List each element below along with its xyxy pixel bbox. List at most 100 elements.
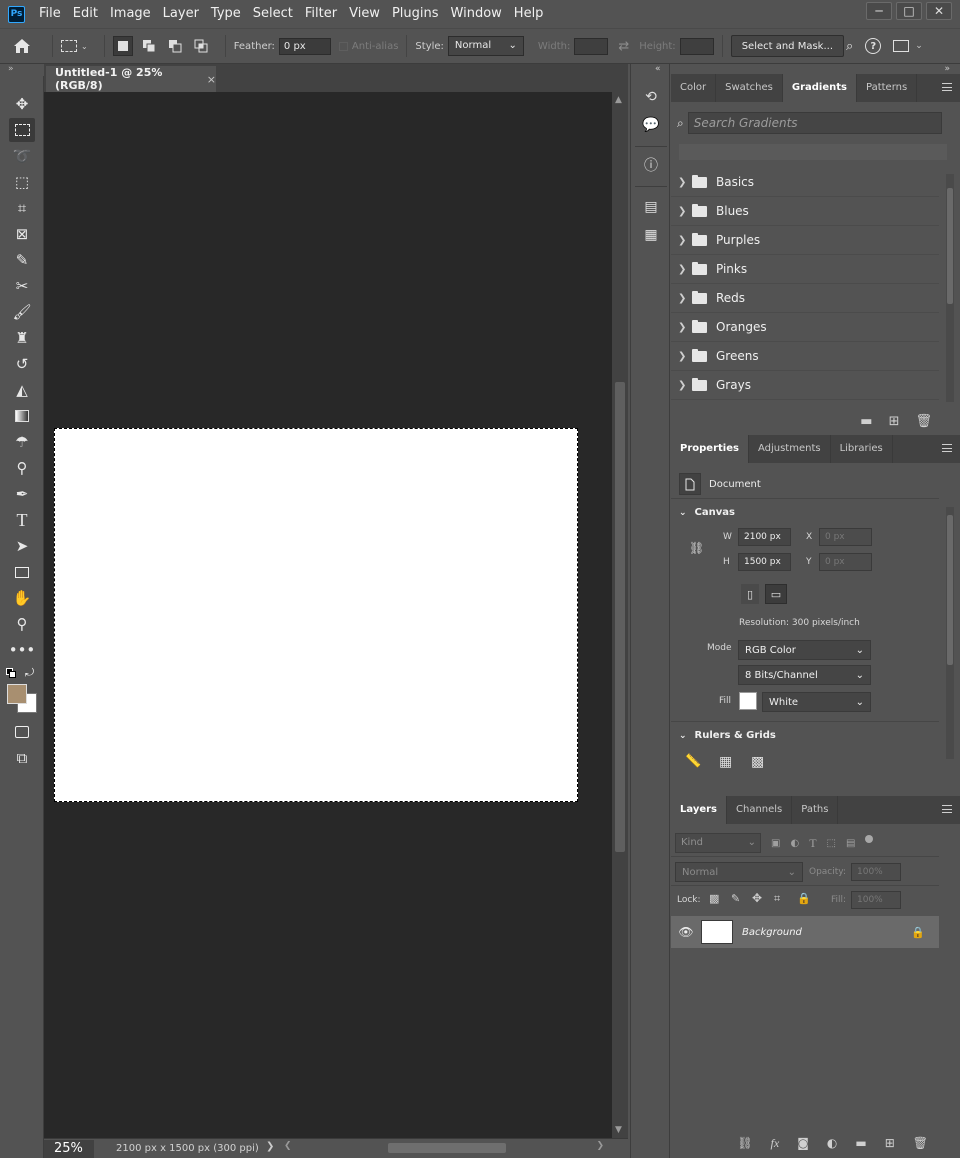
search-icon[interactable]: ⌕ — [846, 39, 853, 54]
panel-menu-icon[interactable] — [942, 444, 952, 452]
blur-tool-icon[interactable]: ☂ — [9, 430, 35, 454]
object-selection-tool-icon[interactable]: ⬚ — [9, 170, 35, 194]
swap-dimensions-icon[interactable]: ⇄ — [618, 39, 629, 54]
tab-channels[interactable]: Channels — [727, 796, 793, 824]
portrait-orientation-icon[interactable]: ▯ — [741, 584, 759, 604]
eye-icon[interactable]: 👁 — [671, 925, 701, 939]
canvas-y-input[interactable]: 0 px — [819, 553, 872, 571]
default-colors-icon[interactable] — [6, 668, 16, 678]
healing-brush-tool-icon[interactable]: ✂ — [9, 274, 35, 298]
menu-plugins[interactable]: Plugins — [386, 0, 445, 28]
search-gradients-input[interactable]: Search Gradients — [687, 112, 942, 134]
path-selection-tool-icon[interactable]: ➤ — [9, 534, 35, 558]
menu-select[interactable]: Select — [247, 0, 299, 28]
tab-color[interactable]: Color — [671, 74, 717, 102]
menu-layer[interactable]: Layer — [157, 0, 205, 28]
gradient-folder-purples[interactable]: ❯ Purples — [671, 226, 939, 255]
swap-colors-icon[interactable]: ⤾ — [25, 666, 34, 680]
gradient-tool-icon[interactable] — [9, 404, 35, 428]
lock-all-icon[interactable]: 🔒 — [797, 892, 811, 905]
lock-image-pixels-icon[interactable]: ✎ — [731, 892, 740, 905]
lock-icon[interactable]: 🔒 — [911, 926, 925, 939]
panel-menu-icon[interactable] — [942, 83, 952, 91]
blend-mode-select[interactable]: Normal ⌄ — [675, 862, 803, 882]
new-group-icon[interactable]: ▬ — [855, 1136, 866, 1150]
hand-tool-icon[interactable]: ✋ — [9, 586, 35, 610]
zoom-tool-icon[interactable]: ⚲ — [9, 612, 35, 636]
properties-scrollbar[interactable] — [946, 507, 954, 759]
lock-position-icon[interactable]: ✥ — [752, 891, 762, 905]
lock-artboard-icon[interactable]: ⌗ — [774, 892, 780, 906]
vertical-scrollbar[interactable]: ▲ ▼ — [612, 92, 628, 1138]
tab-patterns[interactable]: Patterns — [857, 74, 918, 102]
guides-icon[interactable]: ▩ — [751, 754, 764, 770]
tab-layers[interactable]: Layers — [671, 796, 727, 824]
adjustment-layer-filter-icon[interactable]: ◐ — [790, 838, 799, 849]
menu-edit[interactable]: Edit — [67, 0, 104, 28]
menu-window[interactable]: Window — [445, 0, 508, 28]
horizontal-scroll-thumb[interactable] — [388, 1143, 506, 1153]
fill-input[interactable]: 100% — [851, 891, 901, 909]
add-mask-icon[interactable]: ◙ — [797, 1136, 809, 1150]
gradient-folder-basics[interactable]: ❯ Basics — [671, 168, 939, 197]
shape-layer-filter-icon[interactable]: ⬚ — [827, 838, 836, 849]
close-tab-icon[interactable]: × — [207, 73, 216, 86]
move-tool-icon[interactable]: ✥ — [9, 92, 35, 116]
lasso-tool-icon[interactable]: ➰ — [9, 144, 35, 168]
gradient-folder-oranges[interactable]: ❯ Oranges — [671, 313, 939, 342]
fx-icon[interactable]: fx — [771, 1136, 780, 1151]
document-canvas[interactable] — [54, 428, 578, 802]
gradient-folder-grays[interactable]: ❯ Grays — [671, 371, 939, 400]
smart-object-filter-icon[interactable]: ▤ — [846, 838, 855, 849]
canvas-x-input[interactable]: 0 px — [819, 528, 872, 546]
landscape-orientation-icon[interactable]: ▭ — [765, 584, 787, 604]
layer-row-background[interactable]: 👁 Background 🔒 — [671, 916, 939, 948]
gradient-folder-greens[interactable]: ❯ Greens — [671, 342, 939, 371]
canvas-height-input[interactable]: 1500 px — [738, 553, 791, 571]
maximize-button[interactable]: □ — [896, 2, 922, 20]
link-layers-icon[interactable]: ⛓ — [737, 1136, 752, 1150]
edit-toolbar-icon[interactable]: ••• — [9, 638, 36, 662]
screen-mode-icon[interactable]: ⧉ — [9, 746, 35, 770]
fill-select[interactable]: White ⌄ — [762, 692, 871, 712]
link-dimensions-icon[interactable]: ⛓ — [689, 541, 704, 555]
opacity-input[interactable]: 100% — [851, 863, 901, 881]
new-layer-icon[interactable]: ⊞ — [885, 1136, 895, 1150]
scroll-right-icon[interactable]: ❯ — [596, 1141, 604, 1151]
scroll-down-icon[interactable]: ▼ — [615, 1125, 622, 1135]
menu-image[interactable]: Image — [104, 0, 157, 28]
grid-icon[interactable]: ▦ — [719, 754, 732, 770]
frame-tool-icon[interactable]: ⊠ — [9, 222, 35, 246]
ruler-icon[interactable]: 📏 — [685, 754, 701, 769]
chevron-down-icon[interactable]: ⌄ — [915, 41, 923, 51]
rectangle-tool-icon[interactable] — [9, 560, 35, 584]
properties-panel-icon[interactable]: ▤ — [639, 196, 663, 218]
comments-panel-icon[interactable]: 💬 — [639, 114, 663, 136]
pixel-layer-filter-icon[interactable]: ▣ — [771, 838, 780, 849]
menu-type[interactable]: Type — [205, 0, 247, 28]
tab-swatches[interactable]: Swatches — [716, 74, 783, 102]
menu-file[interactable]: File — [33, 0, 67, 28]
color-mode-select[interactable]: RGB Color ⌄ — [738, 640, 871, 660]
intersect-selection-icon[interactable] — [191, 36, 211, 56]
status-menu-chevron-icon[interactable]: ❯ — [266, 1141, 274, 1152]
tab-gradients[interactable]: Gradients — [782, 74, 857, 102]
canvas-workspace[interactable] — [44, 92, 612, 1138]
menu-help[interactable]: Help — [508, 0, 550, 28]
fill-color-swatch[interactable] — [739, 692, 757, 710]
antialias-checkbox[interactable] — [338, 41, 348, 51]
eyedropper-tool-icon[interactable]: ✎ — [9, 248, 35, 272]
layer-name[interactable]: Background — [742, 927, 911, 938]
canvas-section-header[interactable]: ⌄ Canvas — [679, 507, 735, 518]
marquee-tool-icon[interactable] — [9, 118, 35, 142]
dodge-tool-icon[interactable]: ⚲ — [9, 456, 35, 480]
close-button[interactable]: ✕ — [926, 2, 952, 20]
gradient-folder-blues[interactable]: ❯ Blues — [671, 197, 939, 226]
eraser-tool-icon[interactable]: ◭ — [9, 378, 35, 402]
crop-tool-icon[interactable]: ⌗ — [9, 196, 35, 220]
tab-libraries[interactable]: Libraries — [831, 435, 893, 463]
gradients-scrollbar[interactable] — [946, 174, 954, 402]
trash-icon[interactable]: 🗑 — [915, 414, 932, 429]
foreground-color-swatch[interactable] — [7, 684, 27, 704]
menu-view[interactable]: View — [343, 0, 386, 28]
